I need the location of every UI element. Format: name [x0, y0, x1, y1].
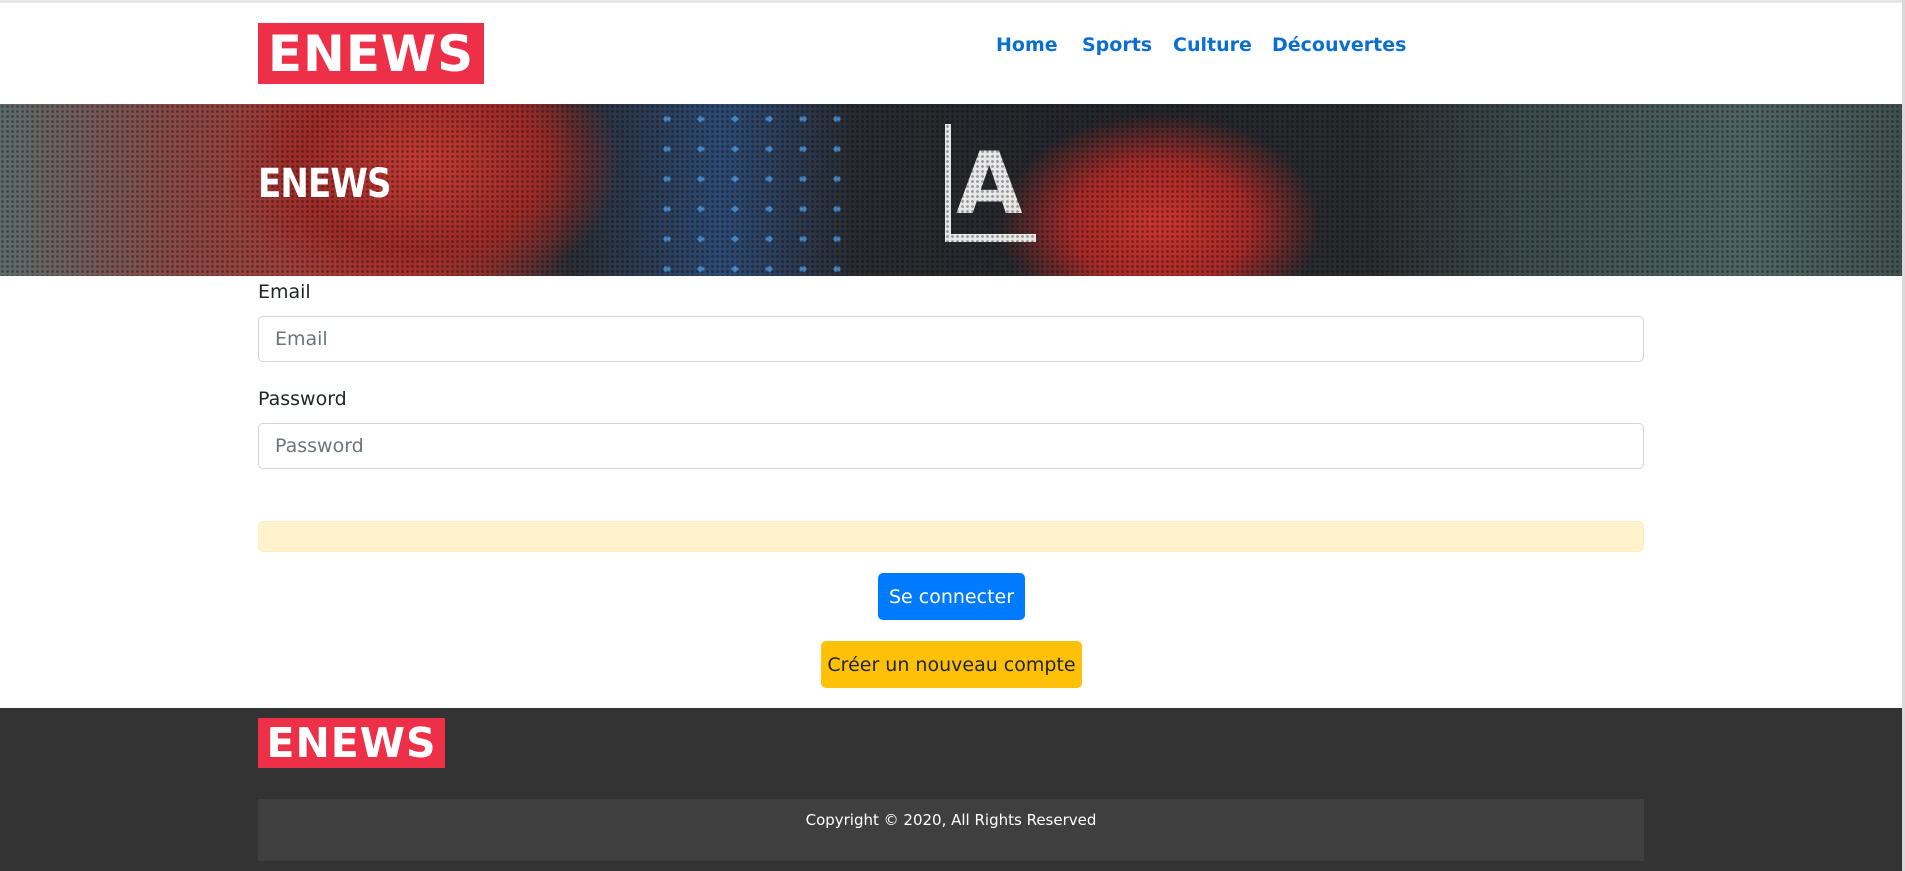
nav-culture[interactable]: Culture [1173, 34, 1252, 56]
footer-logo[interactable]: ENEWS [258, 718, 445, 768]
site-header: ENEWS Home Sports Culture Découvertes [0, 3, 1902, 104]
email-field[interactable] [258, 316, 1644, 362]
warning-alert [258, 521, 1644, 552]
site-footer: ENEWS Copyright © 2020, All Rights Reser… [0, 708, 1902, 871]
email-label: Email [258, 281, 311, 303]
nav-decouvertes[interactable]: Découvertes [1272, 34, 1406, 56]
password-field[interactable] [258, 423, 1644, 469]
copyright-text: Copyright © 2020, All Rights Reserved [805, 811, 1097, 829]
site-logo[interactable]: ENEWS [258, 23, 484, 84]
nav-sports[interactable]: Sports [1082, 34, 1152, 56]
create-account-button[interactable]: Créer un nouveau compte [821, 641, 1082, 688]
logo-text: ENEWS [267, 24, 475, 83]
password-label: Password [258, 388, 347, 410]
hero-banner: A ENEWS [0, 104, 1902, 276]
hero-title: ENEWS [258, 161, 392, 207]
nav-home[interactable]: Home [996, 34, 1058, 56]
footer-logo-text: ENEWS [266, 718, 437, 767]
login-button[interactable]: Se connecter [878, 573, 1025, 620]
copyright-bar: Copyright © 2020, All Rights Reserved [258, 799, 1644, 861]
